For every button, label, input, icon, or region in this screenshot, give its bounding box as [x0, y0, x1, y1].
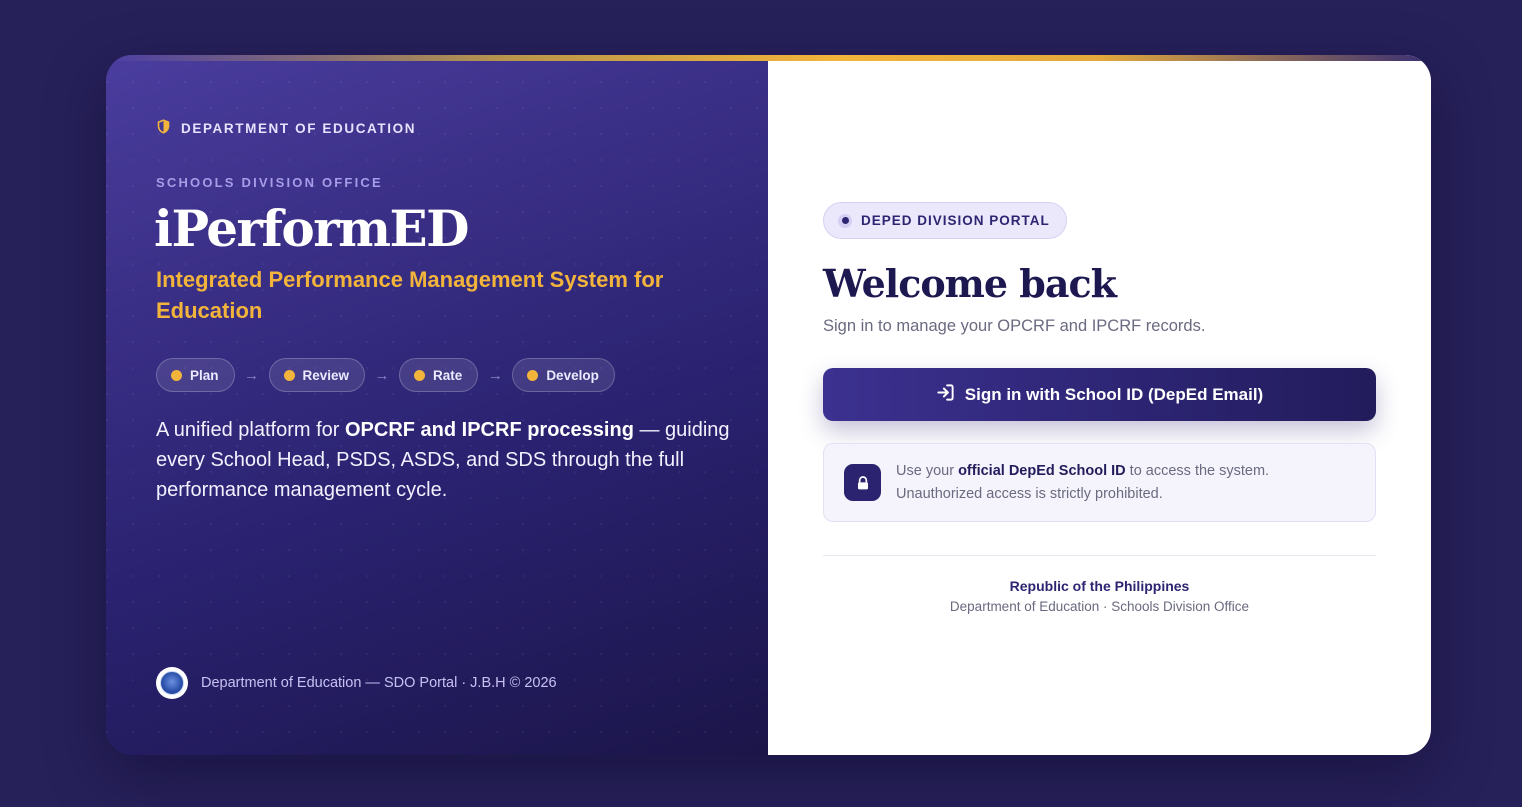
notice-highlight: official DepEd School ID [958, 462, 1126, 479]
step-rate: Rate [399, 358, 479, 392]
step-arrow-icon: → [374, 366, 390, 384]
step-review: Review [268, 358, 366, 392]
office-label: SCHOOLS DIVISION OFFICE [156, 175, 383, 190]
step-plan: Plan [156, 358, 235, 392]
access-notice: Use your official DepEd School ID to acc… [823, 443, 1376, 522]
department-heading: DEPARTMENT OF EDUCATION [156, 119, 416, 137]
step-label: Develop [546, 367, 599, 383]
step-develop: Develop [512, 358, 615, 392]
deped-seal-icon [156, 667, 188, 699]
step-arrow-icon: → [487, 366, 503, 384]
shield-icon [156, 119, 171, 137]
notice-suffix: to access the system. [1125, 462, 1270, 479]
login-card: DEPARTMENT OF EDUCATION SCHOOLS DIVISION… [106, 55, 1431, 755]
step-label: Review [302, 367, 350, 383]
description-prefix: A unified platform for [156, 419, 345, 441]
org-label: Department of Education · Schools Divisi… [949, 599, 1250, 614]
sign-in-icon [936, 383, 955, 407]
signin-school-id-button[interactable]: Sign in with School ID (DepEd Email) [823, 368, 1376, 421]
notice-warning: Unauthorized access is strictly prohibit… [896, 485, 1163, 502]
step-dot [527, 369, 539, 381]
step-label: Plan [190, 367, 219, 383]
signin-panel: DEPED DIVISION PORTAL Welcome back Sign … [768, 55, 1431, 755]
republic-label: Republic of the Philippines [1009, 578, 1190, 594]
step-dot [414, 369, 426, 381]
step-dot [283, 369, 295, 381]
signin-button-label: Sign in with School ID (DepEd Email) [964, 384, 1264, 404]
footer-text: Department of Education — SDO Portal · J… [201, 675, 557, 691]
platform-description: A unified platform for OPCRF and IPCRF p… [156, 415, 736, 505]
notice-text: Use your official DepEd School ID to acc… [896, 460, 1269, 506]
lock-icon [844, 464, 881, 501]
brand-panel: DEPARTMENT OF EDUCATION SCHOOLS DIVISION… [106, 55, 768, 755]
portal-badge: DEPED DIVISION PORTAL [823, 202, 1067, 239]
step-label: Rate [433, 367, 463, 383]
brand-tagline: Integrated Performance Management System… [156, 267, 664, 323]
description-highlight: OPCRF and IPCRF processing [344, 419, 634, 441]
badge-label: DEPED DIVISION PORTAL [861, 213, 1050, 228]
footer-divider [823, 555, 1376, 556]
step-dot [171, 369, 182, 381]
cycle-steps: Plan → Review → Rate → Develop [156, 358, 615, 392]
step-arrow-icon: → [244, 366, 260, 384]
welcome-subtitle: Sign in to manage your OPCRF and IPCRF r… [823, 317, 1206, 335]
brand-title: iPerformED [154, 199, 469, 258]
badge-dot-icon [838, 213, 852, 228]
department-label: DEPARTMENT OF EDUCATION [181, 120, 417, 136]
welcome-heading: Welcome back [823, 261, 1117, 306]
accent-top-bar [106, 55, 1431, 61]
notice-prefix: Use your [896, 462, 959, 479]
brand-footer: Department of Education — SDO Portal · J… [156, 667, 557, 699]
